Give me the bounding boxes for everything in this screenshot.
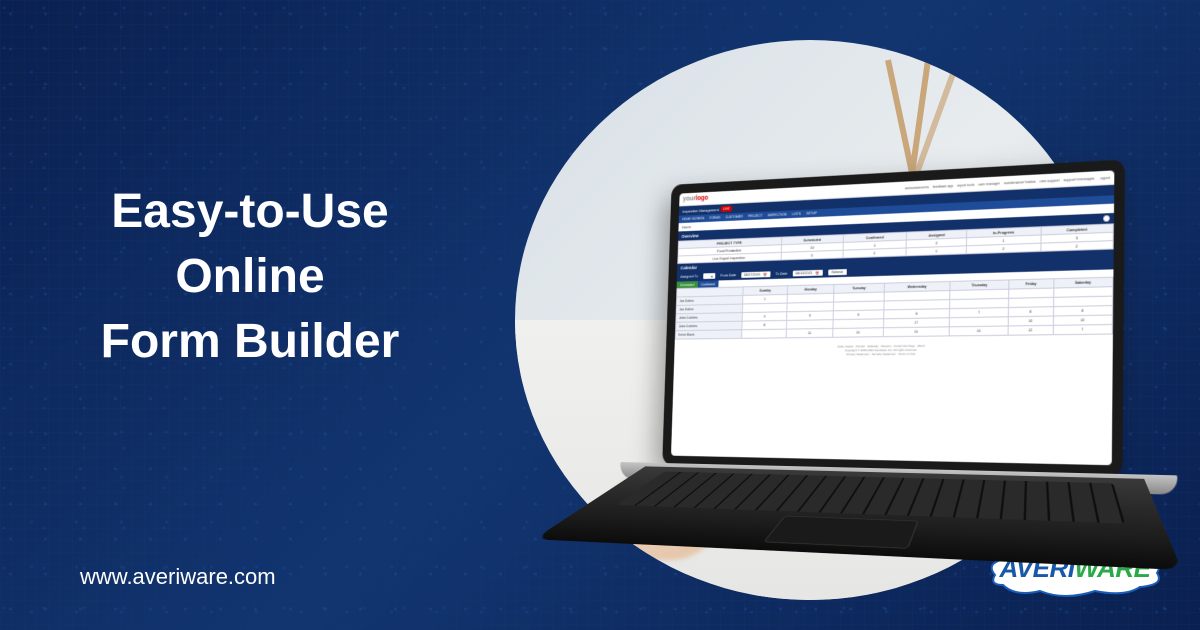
row-label: Kevin Black bbox=[675, 330, 742, 339]
cal-cell[interactable]: 14 bbox=[833, 328, 883, 338]
tab-confirmed[interactable]: Confirmed bbox=[697, 280, 718, 287]
cal-cell[interactable]: 14 bbox=[883, 327, 950, 337]
website-url: www.averiware.com bbox=[80, 564, 276, 590]
cal-cell[interactable]: 7 bbox=[1053, 325, 1113, 335]
from-date-input[interactable]: 08/07/2021 📅 bbox=[741, 271, 770, 278]
nav-module-label[interactable]: Inspection Management bbox=[682, 207, 719, 213]
app-footer: Data Classic · Printed · Gateway · Repor… bbox=[674, 339, 1113, 361]
cal-cell[interactable]: 11 bbox=[786, 328, 833, 337]
sub-nav-item[interactable]: HOME SCREEN bbox=[682, 216, 704, 221]
header-link[interactable]: report tools bbox=[957, 182, 974, 187]
overview-title: Overview bbox=[682, 233, 699, 238]
assigned-to-label: Assigned To bbox=[680, 275, 698, 279]
header-link[interactable]: support+messages bbox=[1063, 176, 1094, 182]
laptop-trackpad bbox=[763, 516, 919, 549]
sub-nav-item[interactable]: FORMS bbox=[709, 216, 720, 220]
logo-logo: logo bbox=[696, 195, 709, 202]
header-link[interactable]: announcements bbox=[905, 185, 929, 190]
headline-line-3: Form Builder bbox=[70, 310, 430, 375]
cal-cell[interactable]: 14 bbox=[950, 326, 1009, 336]
calendar-title: Calendar bbox=[680, 265, 697, 270]
cal-cell[interactable]: 12 bbox=[1008, 325, 1053, 335]
header-link[interactable]: maintenance+status bbox=[1004, 179, 1036, 185]
cal-cell[interactable] bbox=[742, 329, 786, 338]
header-link[interactable]: feedback app bbox=[933, 183, 954, 188]
headline-line-2: Online bbox=[70, 245, 430, 310]
nav-live-tag: LIVE bbox=[720, 206, 732, 212]
calendar-grid: Sunday Monday Tuesday Wednesday Thursday… bbox=[675, 277, 1114, 340]
from-date-label: From Date bbox=[720, 273, 736, 277]
laptop-illustration: yourlogo announcements feedback app repo… bbox=[460, 20, 1160, 610]
laptop-screen-frame: yourlogo announcements feedback app repo… bbox=[662, 159, 1125, 476]
app-screen: yourlogo announcements feedback app repo… bbox=[671, 170, 1114, 465]
laptop: yourlogo announcements feedback app repo… bbox=[625, 157, 1169, 609]
view-tabs: Scheduled Confirmed bbox=[677, 280, 719, 288]
to-date-input[interactable]: 08/13/2021 📅 bbox=[792, 270, 822, 277]
sub-nav-item[interactable]: SETUP bbox=[806, 211, 817, 215]
assigned-to-dropdown[interactable]: ▾ bbox=[703, 273, 715, 279]
logo-your: your bbox=[683, 196, 696, 203]
headline-line-1: Easy-to-Use bbox=[70, 180, 430, 245]
refresh-button[interactable]: Refresh bbox=[828, 269, 847, 275]
tab-scheduled[interactable]: Scheduled bbox=[677, 281, 698, 288]
header-link[interactable]: Logout bbox=[1099, 175, 1110, 180]
gear-icon[interactable] bbox=[1103, 215, 1109, 221]
to-date-label: To Date bbox=[775, 272, 787, 276]
laptop-keys bbox=[617, 472, 1125, 524]
sub-nav-item[interactable]: LISTS bbox=[792, 212, 801, 216]
header-link[interactable]: new support bbox=[1040, 178, 1060, 183]
sub-nav-item[interactable]: CUSTOMER bbox=[725, 215, 742, 220]
app-logo: yourlogo bbox=[683, 195, 709, 203]
laptop-keyboard-deck bbox=[534, 466, 1183, 570]
header-link[interactable]: user manager bbox=[978, 181, 1000, 186]
sub-nav-item[interactable]: PROJECT bbox=[748, 214, 762, 218]
sub-nav-item[interactable]: INSPECTION bbox=[768, 213, 787, 218]
headline: Easy-to-Use Online Form Builder bbox=[70, 180, 430, 374]
